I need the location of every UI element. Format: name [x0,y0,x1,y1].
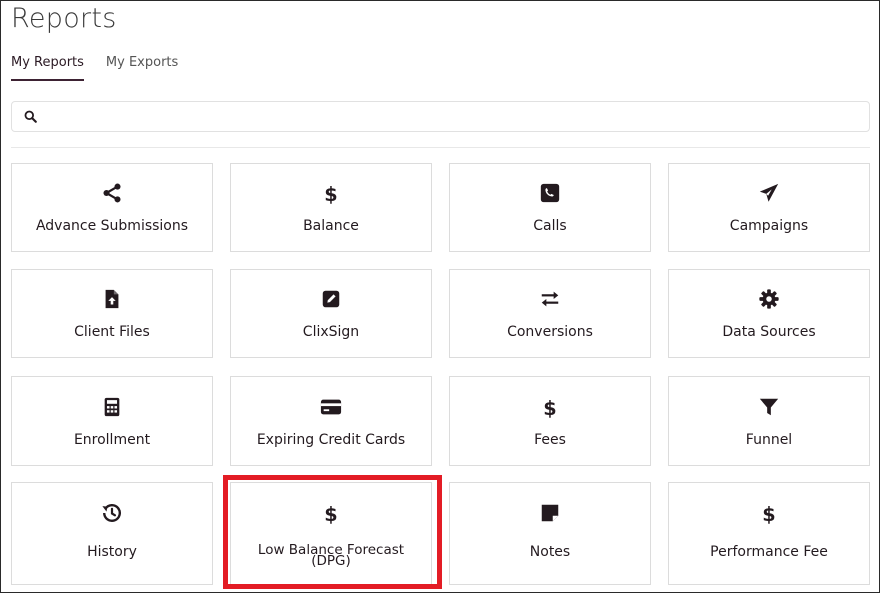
report-card-label: Data Sources [722,324,816,340]
dollar-icon: $ [320,181,342,205]
filter-icon [758,395,780,419]
exchange-arrows-icon [539,287,561,311]
report-card-label: Enrollment [73,432,151,448]
report-card-label: Low Balance Forecast (DPG) [258,543,404,568]
report-card-data-sources[interactable]: Data Sources [668,269,870,358]
report-card-low-balance-forecast[interactable]: $ Low Balance Forecast (DPG) [230,482,432,585]
report-card-advance-submissions[interactable]: Advance Submissions [11,163,213,252]
paper-plane-icon [758,181,780,205]
report-card-label: Balance [303,218,359,234]
divider [11,147,870,148]
phone-square-icon [539,181,561,205]
report-card-calls[interactable]: Calls [449,163,651,252]
search-input[interactable] [45,102,869,131]
report-card-label: Performance Fee [710,544,828,560]
report-card-label: Funnel [745,432,793,448]
sticky-note-icon [539,501,561,525]
tab-my-exports[interactable]: My Exports [106,55,178,81]
gear-icon [758,287,780,311]
search-icon [24,110,37,123]
dollar-icon: $ [320,501,342,525]
report-card-notes[interactable]: Notes [449,482,651,585]
report-card-label: Campaigns [729,218,809,234]
report-card-label: Calls [533,218,567,234]
report-card-client-files[interactable]: Client Files [11,269,213,358]
file-upload-icon [101,287,123,311]
report-card-campaigns[interactable]: Campaigns [668,163,870,252]
dollar-icon: $ [539,395,561,419]
dollar-icon: $ [758,501,780,525]
search-box[interactable] [11,101,870,132]
report-card-enrollment[interactable]: Enrollment [11,376,213,466]
svg-text:$: $ [762,503,775,524]
share-icon [101,181,123,205]
report-card-label: Fees [534,432,566,448]
credit-card-icon [320,395,342,419]
report-card-label: Notes [529,544,571,560]
report-card-label: ClixSign [302,324,360,340]
report-card-label: Conversions [507,324,593,340]
svg-text:$: $ [543,397,556,418]
tab-my-reports[interactable]: My Reports [11,55,84,81]
report-card-funnel[interactable]: Funnel [668,376,870,466]
history-icon [101,501,123,525]
report-card-fees[interactable]: $ Fees [449,376,651,466]
svg-text:$: $ [324,183,337,204]
report-card-label: Client Files [74,324,150,340]
report-tabs: My Reports My Exports [11,55,200,81]
report-card-label: History [87,544,137,560]
report-card-expiring-credit-cards[interactable]: Expiring Credit Cards [230,376,432,466]
calculator-icon [101,395,123,419]
report-card-conversions[interactable]: Conversions [449,269,651,358]
reports-window: Reports My Reports My Exports Advance Su… [0,0,880,593]
page-title: Reports [11,3,117,34]
report-card-history[interactable]: History [11,482,213,585]
report-card-label: Advance Submissions [35,218,189,234]
report-card-label: Expiring Credit Cards [256,432,406,448]
report-card-performance-fee[interactable]: $ Performance Fee [668,482,870,585]
report-card-balance[interactable]: $ Balance [230,163,432,252]
svg-text:$: $ [324,503,337,524]
edit-square-icon [320,287,342,311]
report-card-clixsign[interactable]: ClixSign [230,269,432,358]
